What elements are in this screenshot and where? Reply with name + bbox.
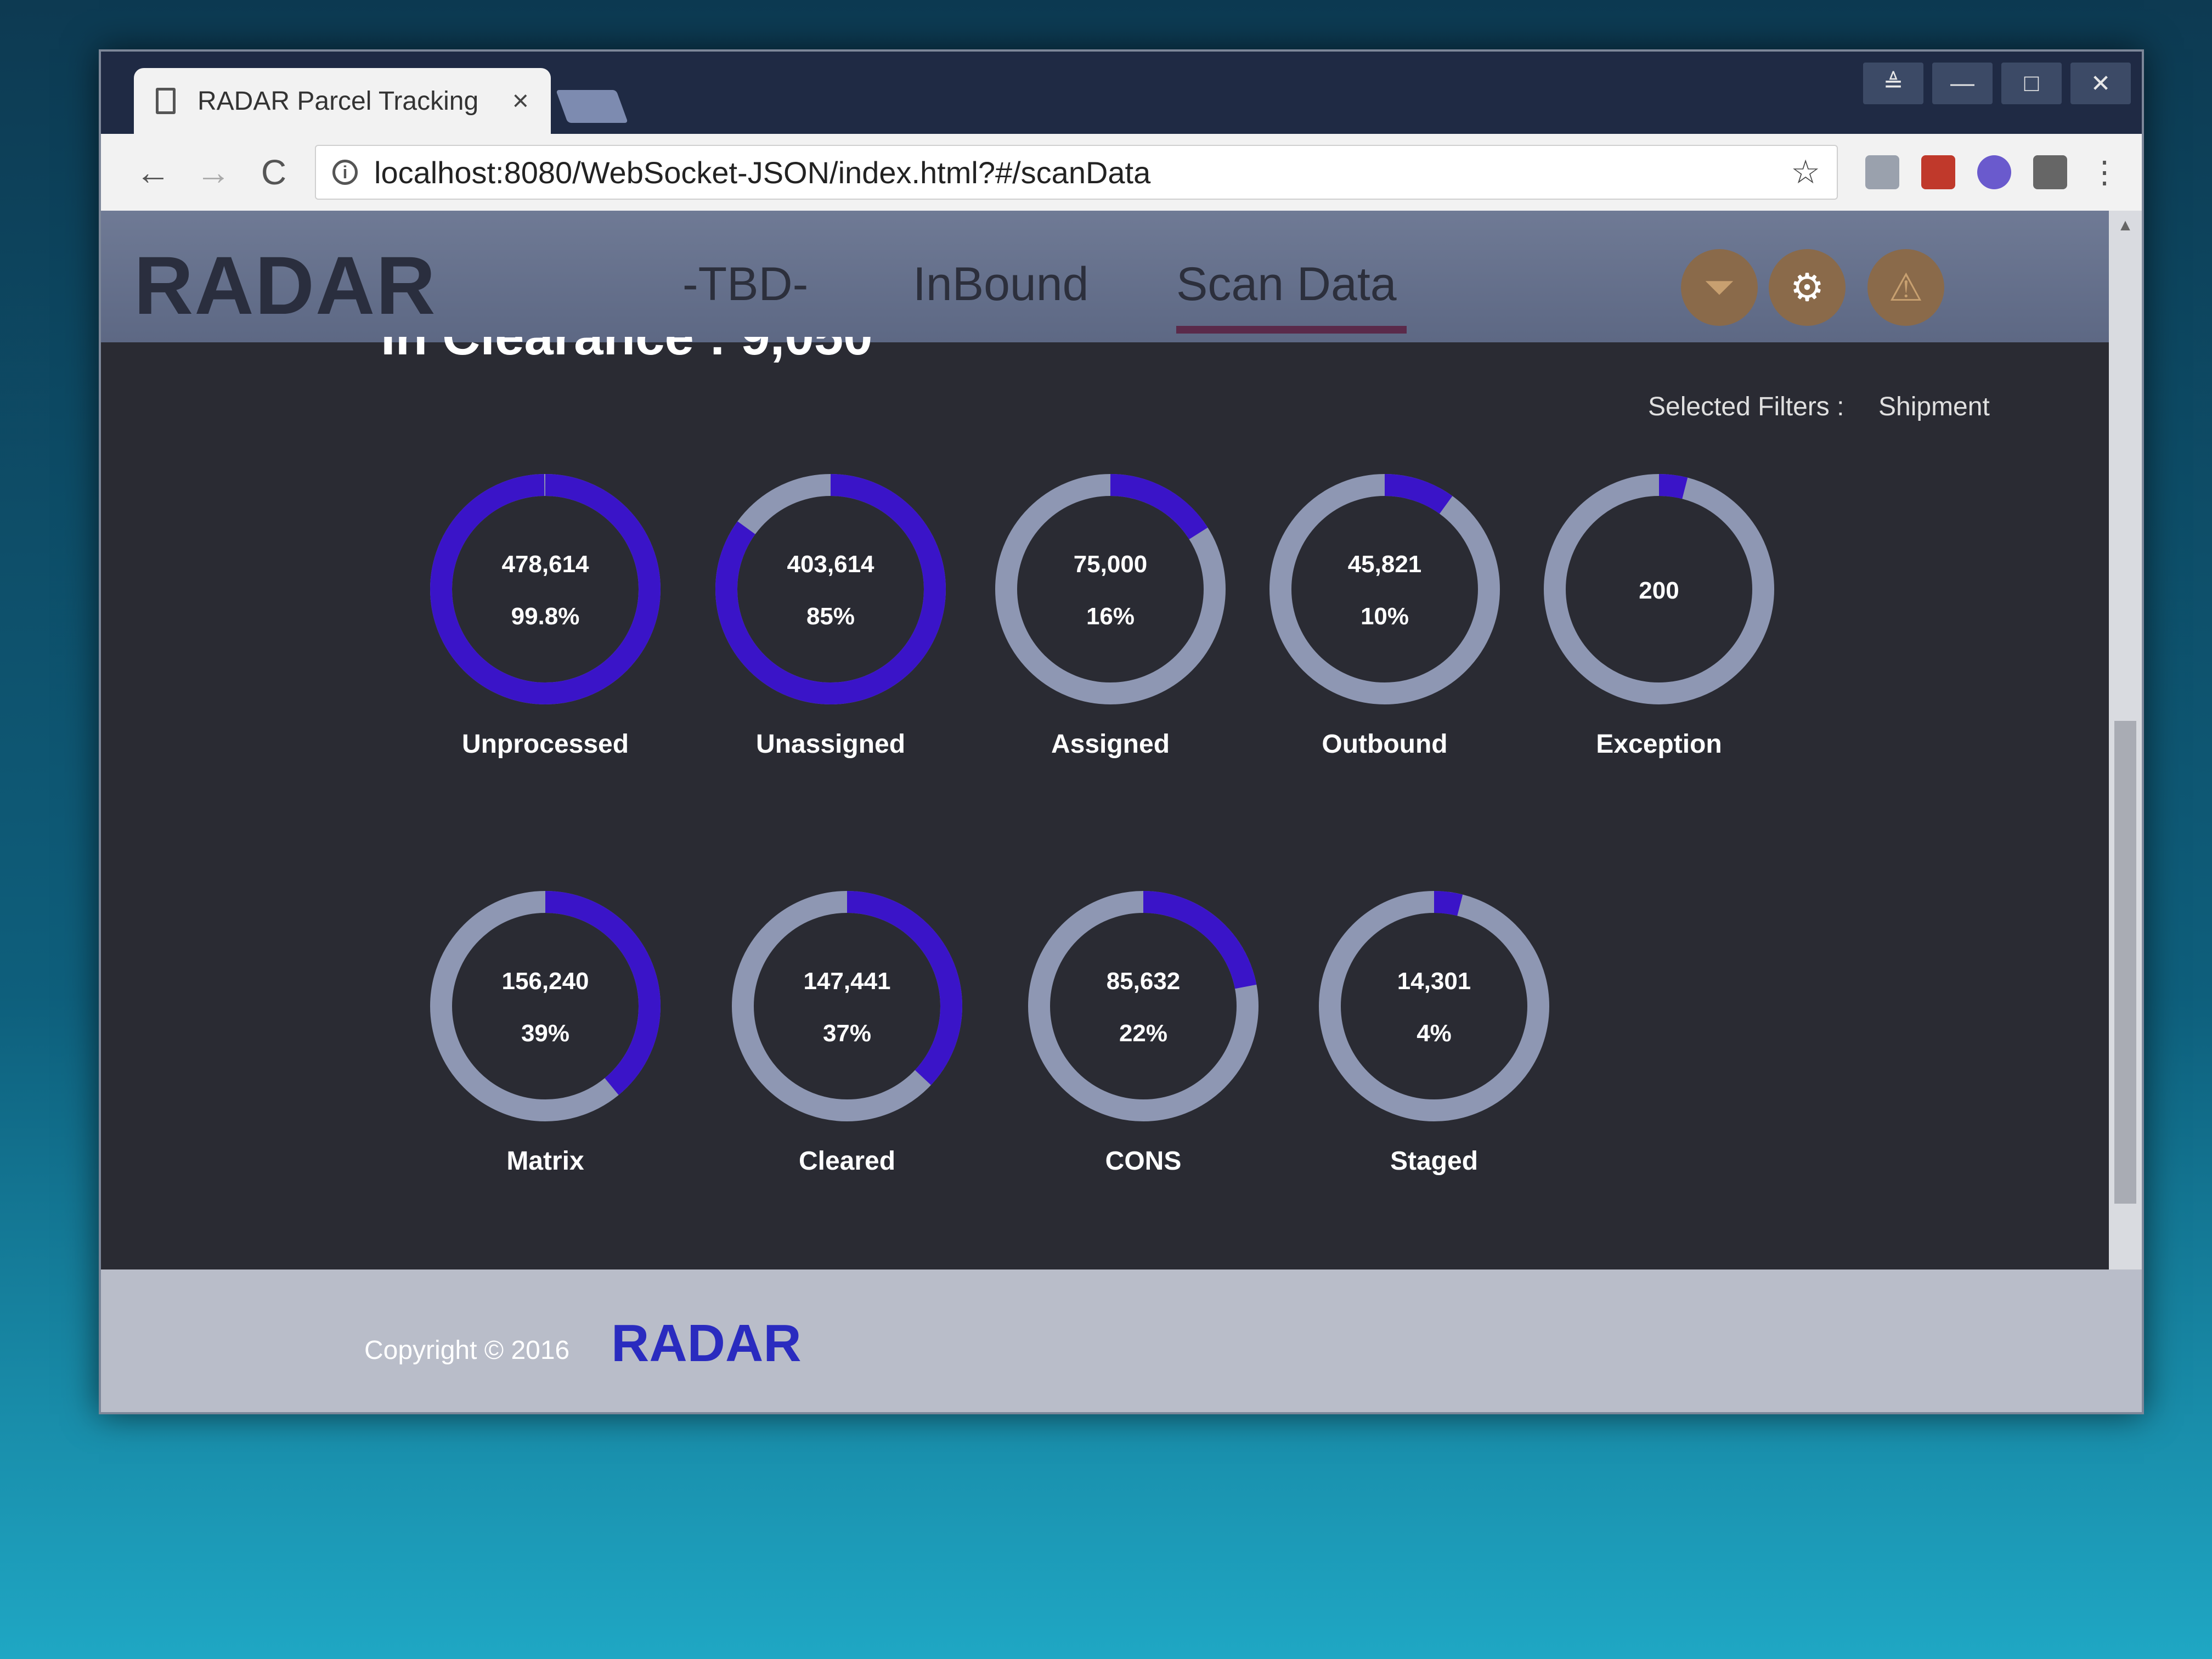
donut-percent: 99.8% [511,603,580,630]
filter-icon[interactable]: ⏷ [1681,249,1758,326]
donut-label: Unprocessed [461,730,629,759]
nav-inbound[interactable]: InBound [913,257,1088,312]
browser-window: RADAR Parcel Tracking × ≜ — □ ✕ ← → C i … [99,49,2144,1414]
donut-percent: 16% [1086,603,1135,630]
donut-percent: 85% [806,603,855,630]
document-icon [156,88,176,114]
donut-label: Cleared [798,1147,896,1176]
donut-assigned[interactable]: 75,000 16% [990,469,1231,710]
donut-percent: 200 [1639,577,1679,604]
page-viewport: RADAR -TBD- InBound Scan Data ⏷ ⚙ ⚠ In C… [101,211,2142,1412]
bookmark-star-icon[interactable]: ☆ [1791,153,1820,191]
footer-brand: RADAR [611,1314,802,1373]
donut-value: 403,614 [787,551,874,578]
tab-close-icon[interactable]: × [512,84,529,117]
donut-percent: 37% [822,1020,872,1047]
nav-tbd[interactable]: -TBD- [682,257,808,312]
donut-staged[interactable]: 14,301 4% [1313,885,1555,1127]
donut-label: CONS [1105,1147,1182,1176]
donut-unprocessed[interactable]: 478,614 99.8% [425,469,666,710]
donut-ring [732,891,962,1121]
address-bar[interactable]: i localhost:8080/WebSocket-JSON/index.ht… [315,145,1838,200]
donut-label: Exception [1596,730,1722,759]
donut-percent: 4% [1417,1020,1452,1047]
info-icon[interactable]: i [332,160,358,185]
donut-ring [995,474,1226,704]
url-text[interactable]: localhost:8080/WebSocket-JSON/index.html… [374,155,1791,190]
pdf-icon[interactable] [1865,155,1899,189]
donut-percent: 10% [1360,603,1409,630]
reload-icon[interactable]: C [244,152,304,193]
donut-percent: 39% [521,1020,570,1047]
donut-cleared[interactable]: 147,441 37% [726,885,968,1127]
donut-unassigned[interactable]: 403,614 85% [710,469,951,710]
donut-ring [1028,891,1259,1121]
donut-matrix[interactable]: 156,240 39% [425,885,666,1127]
donut-ring [430,891,661,1121]
donut-ring [1319,891,1549,1121]
donut-label: Matrix [506,1147,584,1176]
donut-percent: 22% [1119,1020,1168,1047]
brand-logo[interactable]: RADAR [134,238,437,333]
tab-title: RADAR Parcel Tracking [198,86,479,116]
donut-label: Unassigned [755,730,906,759]
donut-value: 147,441 [803,968,891,995]
scroll-thumb[interactable] [2114,721,2136,1204]
warning-icon[interactable]: ⚠ [1867,249,1944,326]
settings-icon[interactable]: ⚙ [1769,249,1846,326]
app-header: RADAR -TBD- InBound Scan Data ⏷ ⚙ ⚠ [101,211,2109,342]
donut-value: 75,000 [1073,551,1148,578]
title-bar: RADAR Parcel Tracking × ≜ — □ ✕ [101,52,2142,134]
close-window-icon[interactable]: ✕ [2070,63,2131,104]
donut-value: 478,614 [501,551,589,578]
minimize-icon[interactable]: — [1932,63,1993,104]
new-tab-button[interactable] [556,90,628,123]
donut-label: Assigned [1051,730,1170,759]
donut-track [1269,474,1500,704]
donut-exception[interactable]: 200 [1538,469,1780,710]
donut-label: Staged [1390,1147,1479,1176]
donut-value: 14,301 [1397,968,1471,995]
shield-extension-icon[interactable] [2033,155,2067,189]
copyright-text: Copyright © 2016 [364,1336,570,1365]
selected-filters-label: Selected Filters : [1648,392,1844,421]
donut-value: 45,821 [1347,551,1422,578]
red-extension-icon[interactable] [1921,155,1955,189]
profile-icon[interactable]: ≜ [1863,63,1923,104]
browser-tab[interactable]: RADAR Parcel Tracking × [134,68,551,134]
maximize-icon[interactable]: □ [2001,63,2062,104]
vertical-scrollbar[interactable]: ▲ [2109,211,2142,1269]
active-nav-underline [1176,326,1407,334]
back-arrow-icon[interactable]: ← [123,152,183,193]
donut-ring [1269,474,1500,704]
donut-track [1319,891,1549,1121]
browser-toolbar: ← → C i localhost:8080/WebSocket-JSON/in… [101,134,2142,211]
donut-label: Outbound [1322,730,1448,759]
donut-outbound[interactable]: 45,821 10% [1264,469,1505,710]
page-footer: Copyright © 2016 RADAR [101,1269,2142,1412]
window-controls: ≜ — □ ✕ [1863,63,2131,104]
donut-value: 156,240 [501,968,589,995]
scroll-up-icon[interactable]: ▲ [2109,216,2142,235]
nav-scan-data[interactable]: Scan Data [1176,257,1397,312]
donut-value: 85,632 [1106,968,1181,995]
donut-cons[interactable]: 85,632 22% [1023,885,1264,1127]
donut-ring [715,474,946,704]
browser-menu-icon[interactable]: ⋮ [2089,154,2120,190]
extension-icons [1865,155,2067,189]
donut-ring [430,474,661,704]
forward-arrow-icon[interactable]: → [183,152,244,193]
purple-extension-icon[interactable] [1977,155,2011,189]
donut-arc [430,474,661,704]
selected-filter-value[interactable]: Shipment [1878,392,1990,422]
